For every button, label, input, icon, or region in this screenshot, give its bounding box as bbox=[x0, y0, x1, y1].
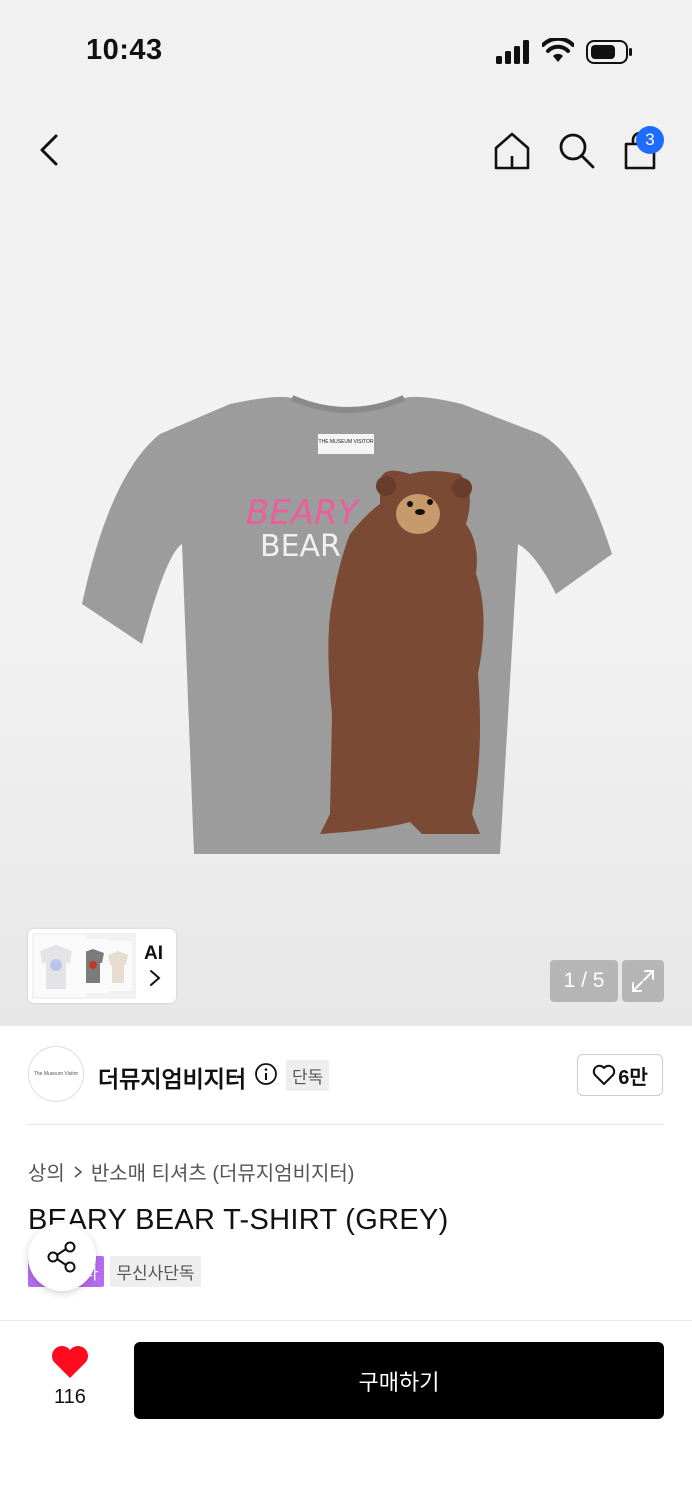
status-bar: 10:43 bbox=[0, 0, 692, 100]
search-button[interactable] bbox=[552, 126, 600, 174]
brand-name[interactable]: 더뮤지엄비지터 bbox=[98, 1060, 246, 1094]
image-pager: 1 / 5 bbox=[550, 960, 618, 1002]
home-button[interactable] bbox=[488, 126, 536, 174]
heart-outline-icon bbox=[593, 1064, 616, 1085]
ai-thumbnails bbox=[32, 933, 136, 999]
brand-like-count: 6만 bbox=[618, 1066, 648, 1089]
breadcrumb-subcategory[interactable]: 반소매 티셔츠 (더뮤지엄비지터) bbox=[91, 1157, 355, 1186]
chevron-right-icon bbox=[150, 970, 161, 986]
search-icon bbox=[559, 133, 595, 169]
exclusive-badge: 단독 bbox=[286, 1060, 330, 1091]
share-icon bbox=[47, 1241, 76, 1273]
expand-icon bbox=[632, 970, 654, 992]
brand-row: The Museum Visitor 더뮤지엄비지터 단독 6만 bbox=[28, 1046, 664, 1106]
battery-icon bbox=[586, 40, 632, 64]
brand-logo[interactable]: The Museum Visitor bbox=[28, 1046, 84, 1102]
shirt-print-beary: BEARY bbox=[246, 493, 361, 533]
brand-like-button[interactable]: 6만 bbox=[577, 1054, 663, 1096]
tag-musinsa-exclusive: 무신사단독 bbox=[110, 1256, 201, 1287]
ai-label: AI bbox=[144, 943, 163, 964]
breadcrumb-category[interactable]: 상의 bbox=[28, 1157, 65, 1186]
signal-icon bbox=[496, 40, 529, 64]
heart-filled-icon[interactable] bbox=[50, 1344, 90, 1380]
share-button[interactable] bbox=[28, 1223, 96, 1291]
expand-image-button[interactable] bbox=[622, 960, 664, 1002]
info-icon[interactable] bbox=[254, 1062, 278, 1086]
cart-count-badge: 3 bbox=[636, 126, 664, 154]
home-icon bbox=[494, 132, 530, 170]
ai-recommendation-chip[interactable]: AI bbox=[28, 929, 176, 1003]
wifi-icon bbox=[542, 38, 574, 62]
shirt-neck-label: THE MUSEUM VISITOR bbox=[319, 439, 374, 445]
divider bbox=[28, 1124, 664, 1125]
back-button[interactable] bbox=[26, 126, 74, 174]
heart-count: 116 bbox=[54, 1386, 86, 1408]
shirt-print-bear: BEAR bbox=[260, 529, 341, 564]
product-image[interactable]: THE MUSEUM VISITOR BEARY BEAR bbox=[80, 394, 616, 856]
status-time: 10:43 bbox=[86, 34, 163, 66]
product-title: BEARY BEAR T-SHIRT (GREY) bbox=[28, 1204, 449, 1236]
breadcrumb: 상의 반소매 티셔츠 (더뮤지엄비지터) bbox=[28, 1157, 354, 1186]
buy-button[interactable]: 구매하기 bbox=[134, 1342, 664, 1419]
chevron-right-icon bbox=[74, 1165, 83, 1178]
chevron-left-icon bbox=[40, 134, 58, 166]
